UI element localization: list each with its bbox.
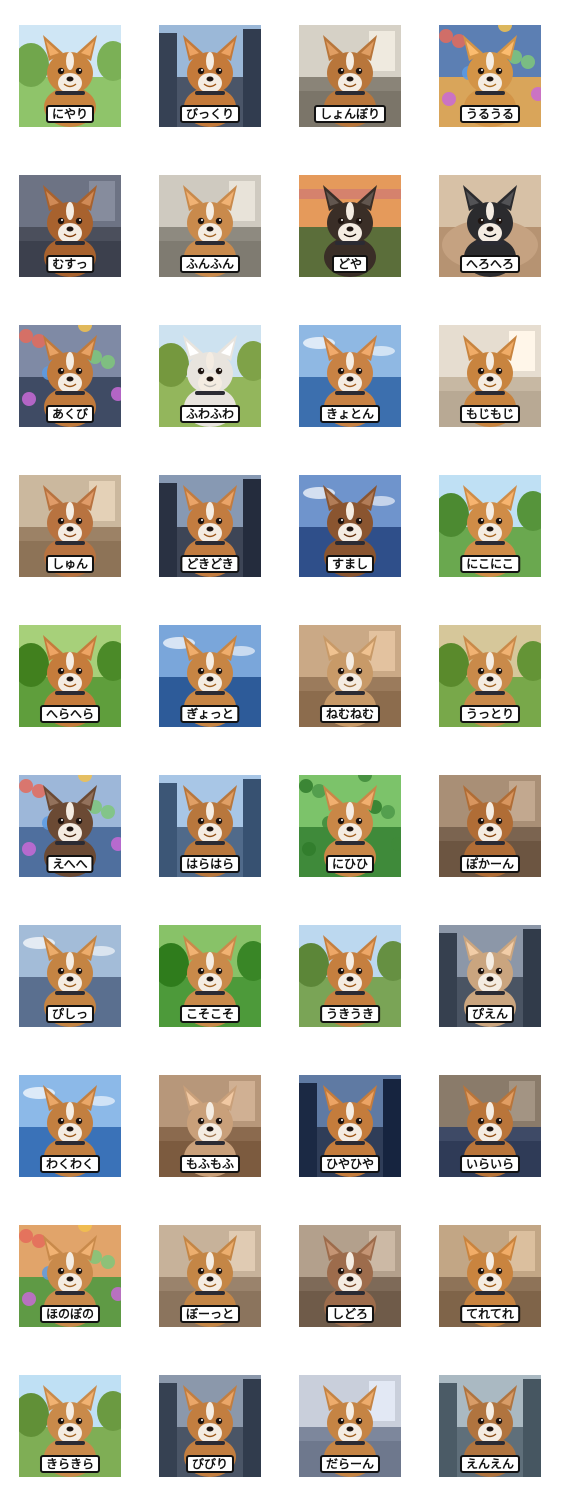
sticker-item[interactable]: にこにこ (439, 475, 541, 577)
sticker-label: ぴしっ (45, 1005, 95, 1023)
sticker-label: きらきら (39, 1455, 101, 1473)
sticker-item[interactable]: へろへろ (439, 175, 541, 277)
sticker-label: もふもふ (179, 1155, 241, 1173)
sticker-label: もじもじ (459, 405, 521, 423)
sticker-item[interactable]: うきうき (299, 925, 401, 1027)
sticker-label: にこにこ (460, 555, 520, 573)
sticker-item[interactable]: きょとん (299, 325, 401, 427)
sticker-item[interactable]: えへへ (19, 775, 121, 877)
sticker-label: すまし (325, 555, 375, 573)
sticker-label: へろへろ (459, 255, 521, 273)
sticker-item[interactable]: にやり (19, 25, 121, 127)
sticker-label: ふわふわ (179, 405, 241, 423)
sticker-item[interactable]: しゅん (19, 475, 121, 577)
sticker-label: てれてれ (460, 1305, 520, 1323)
sticker-label: へらへら (39, 705, 101, 723)
sticker-item[interactable]: えんえん (439, 1375, 541, 1477)
sticker-label: あくび (45, 405, 95, 423)
sticker-item[interactable]: しょんぼり (299, 25, 401, 127)
sticker-item[interactable]: ふんふん (159, 175, 261, 277)
sticker-item[interactable]: すまし (299, 475, 401, 577)
sticker-item[interactable]: むすっ (19, 175, 121, 277)
sticker-label: ぎょっと (180, 705, 240, 723)
sticker-label: えへへ (46, 855, 94, 873)
sticker-label: うきうき (320, 1005, 380, 1023)
sticker-label: ふんふん (179, 255, 241, 273)
sticker-label: ねむねむ (319, 705, 381, 723)
sticker-item[interactable]: わくわく (19, 1075, 121, 1177)
sticker-label: びっくり (179, 105, 241, 123)
sticker-item[interactable]: てれてれ (439, 1225, 541, 1327)
sticker-label: うるうる (459, 105, 521, 123)
sticker-label: しょんぼり (313, 105, 387, 123)
sticker-item[interactable]: うるうる (439, 25, 541, 127)
sticker-label: だらーん (319, 1455, 381, 1473)
sticker-label: いらいら (459, 1155, 521, 1173)
sticker-item[interactable]: ほのぼの (19, 1225, 121, 1327)
sticker-label: えんえん (459, 1455, 521, 1473)
sticker-label: にやり (45, 105, 95, 123)
sticker-item[interactable]: ぼーっと (159, 1225, 261, 1327)
sticker-item[interactable]: うっとり (439, 625, 541, 727)
sticker-item[interactable]: どきどき (159, 475, 261, 577)
sticker-item[interactable]: びっくり (159, 25, 261, 127)
sticker-grid: にやり びっくり しょんぼり うるうるむすっ ふんふん どや へろへろあくび ふわふわ きょとん… (0, 0, 562, 1500)
sticker-label: しゅん (45, 555, 95, 573)
sticker-item[interactable]: どや (299, 175, 401, 277)
sticker-label: しどろ (325, 1305, 375, 1323)
sticker-item[interactable]: ねむねむ (299, 625, 401, 727)
sticker-label: どや (331, 255, 369, 273)
sticker-item[interactable]: ぽかーん (439, 775, 541, 877)
sticker-item[interactable]: ふわふわ (159, 325, 261, 427)
sticker-label: ほのぼの (39, 1305, 101, 1323)
sticker-item[interactable]: だらーん (299, 1375, 401, 1477)
sticker-item[interactable]: こそこそ (159, 925, 261, 1027)
sticker-label: わくわく (39, 1155, 101, 1173)
sticker-label: ひやひや (319, 1155, 381, 1173)
sticker-item[interactable]: もふもふ (159, 1075, 261, 1177)
sticker-item[interactable]: あくび (19, 325, 121, 427)
sticker-label: うっとり (459, 705, 521, 723)
sticker-item[interactable]: はらはら (159, 775, 261, 877)
sticker-label: ぽかーん (459, 855, 521, 873)
sticker-item[interactable]: きらきら (19, 1375, 121, 1477)
sticker-item[interactable]: ぎょっと (159, 625, 261, 727)
sticker-item[interactable]: しどろ (299, 1225, 401, 1327)
sticker-label: にひひ (325, 855, 375, 873)
sticker-item[interactable]: にひひ (299, 775, 401, 877)
sticker-label: ぴえん (465, 1005, 515, 1023)
sticker-item[interactable]: ぴしっ (19, 925, 121, 1027)
sticker-label: どきどき (180, 555, 240, 573)
sticker-item[interactable]: もじもじ (439, 325, 541, 427)
sticker-label: むすっ (46, 255, 94, 273)
sticker-item[interactable]: びびり (159, 1375, 261, 1477)
sticker-item[interactable]: ぴえん (439, 925, 541, 1027)
sticker-item[interactable]: へらへら (19, 625, 121, 727)
sticker-item[interactable]: ひやひや (299, 1075, 401, 1177)
sticker-item[interactable]: いらいら (439, 1075, 541, 1177)
sticker-label: こそこそ (179, 1005, 241, 1023)
sticker-label: はらはら (179, 855, 241, 873)
sticker-label: きょとん (319, 405, 381, 423)
sticker-label: ぼーっと (179, 1305, 241, 1323)
sticker-label: びびり (185, 1455, 235, 1473)
